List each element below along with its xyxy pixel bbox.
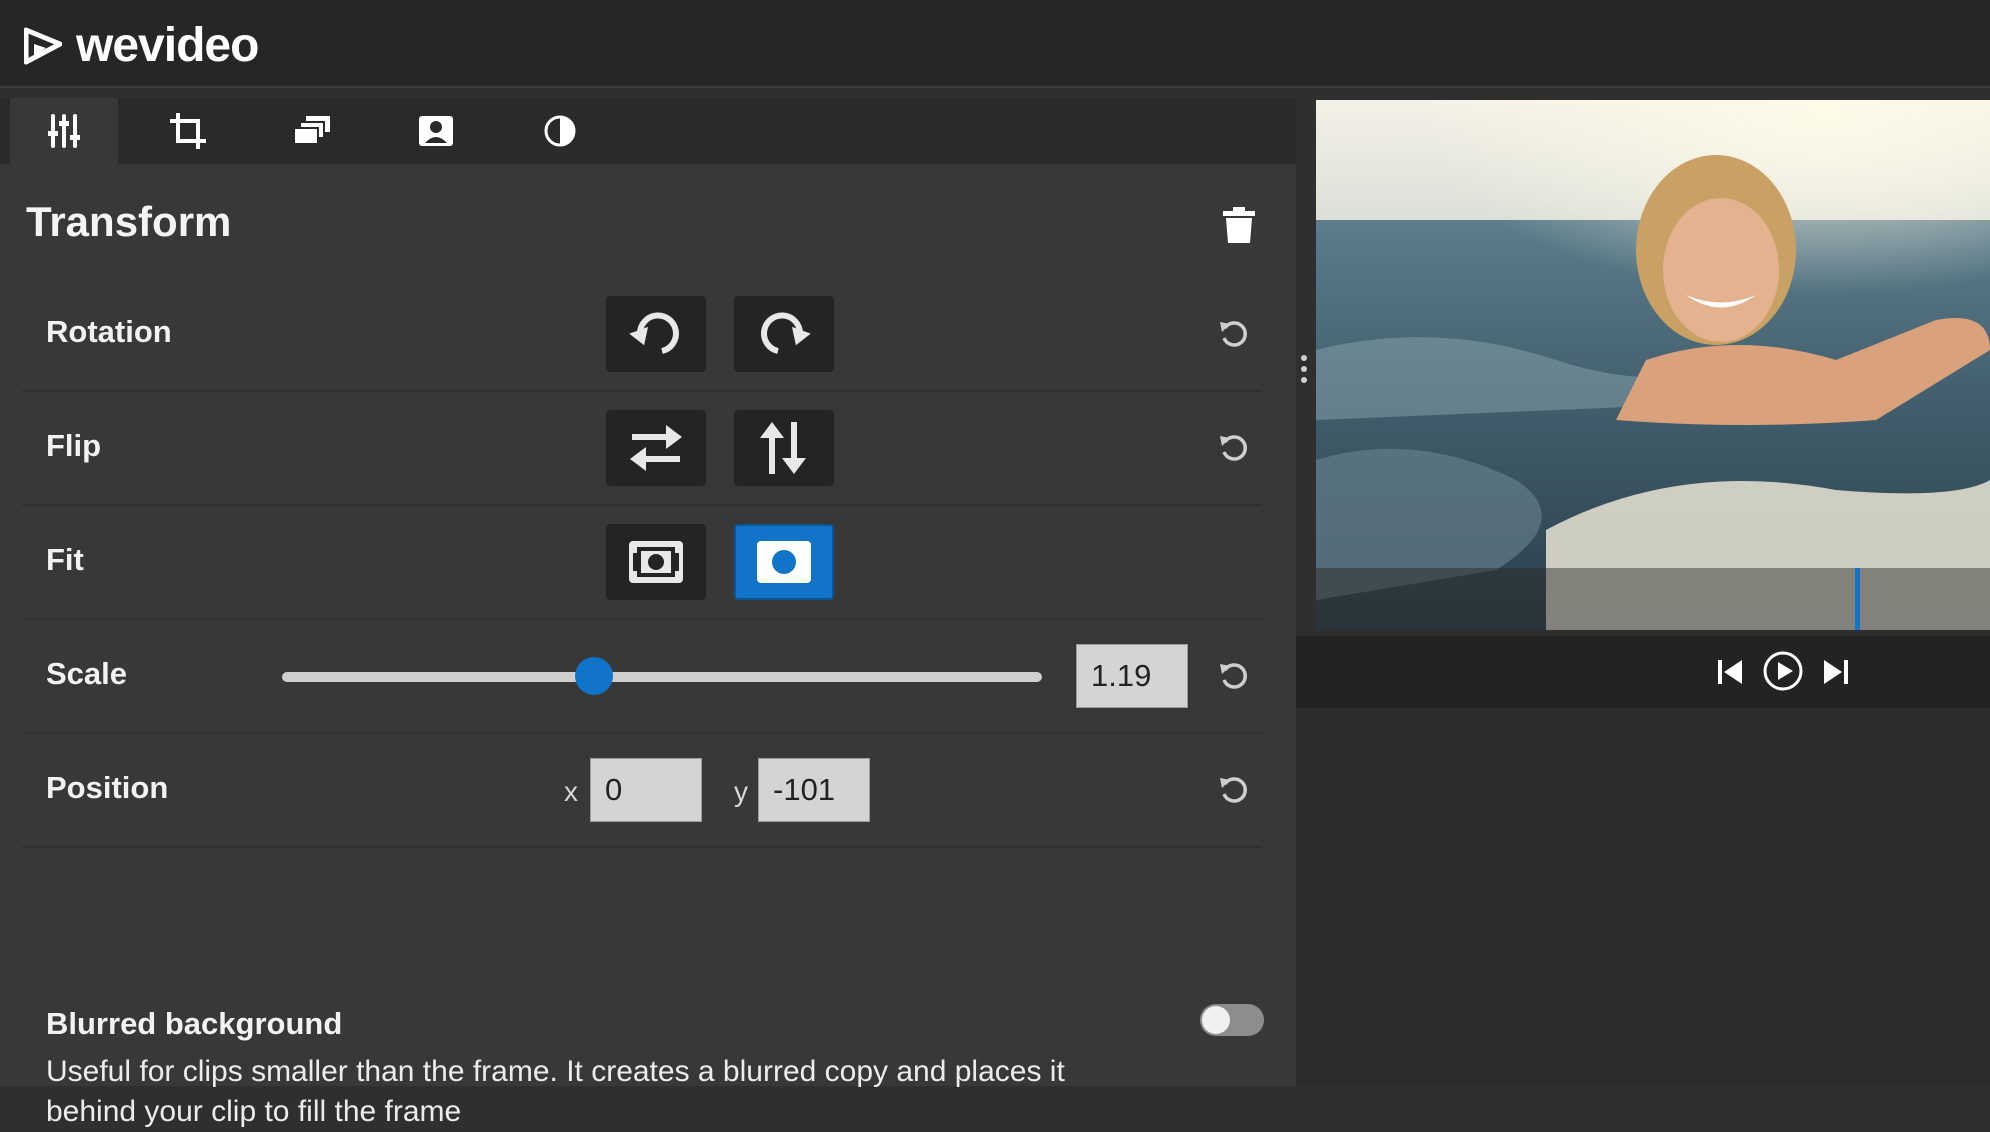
contrast-icon bbox=[544, 115, 576, 147]
position-x-label: x bbox=[564, 776, 578, 807]
position-reset-button[interactable] bbox=[1218, 774, 1250, 811]
rotate-right-button[interactable] bbox=[734, 296, 834, 372]
tab-adjust[interactable] bbox=[10, 98, 118, 164]
fit-row: Fit bbox=[22, 506, 1262, 620]
reset-icon bbox=[1220, 663, 1247, 689]
flip-horizontal-icon bbox=[630, 425, 682, 471]
toggle-knob bbox=[1202, 1006, 1230, 1034]
logo-text: wevideo bbox=[76, 19, 259, 72]
tab-portrait[interactable] bbox=[382, 98, 490, 164]
rotation-label: Rotation bbox=[46, 314, 172, 349]
skip-previous-icon bbox=[1718, 660, 1742, 684]
flip-reset-button[interactable] bbox=[1218, 432, 1250, 469]
trash-icon bbox=[1223, 207, 1255, 243]
reset-icon bbox=[1220, 777, 1247, 803]
position-y-input[interactable] bbox=[758, 758, 870, 822]
play-icon bbox=[1763, 651, 1803, 691]
reset-icon bbox=[1220, 435, 1247, 461]
position-y-label: y bbox=[734, 776, 748, 807]
video-frame-image bbox=[1316, 100, 1990, 630]
fit-contain-icon bbox=[629, 541, 683, 583]
tab-contrast[interactable] bbox=[506, 98, 614, 164]
scale-input[interactable] bbox=[1076, 644, 1188, 708]
portrait-icon bbox=[419, 116, 453, 146]
timeline-area bbox=[1296, 708, 1990, 1086]
position-row: Position x y bbox=[22, 734, 1262, 848]
logo[interactable]: wevideo bbox=[24, 18, 259, 73]
blurred-background-toggle[interactable] bbox=[1200, 1004, 1264, 1036]
rotate-left-icon bbox=[629, 312, 679, 354]
fit-label: Fit bbox=[46, 542, 84, 577]
flip-horizontal-button[interactable] bbox=[606, 410, 706, 486]
rotate-left-button[interactable] bbox=[606, 296, 706, 372]
reset-icon bbox=[1220, 321, 1247, 347]
next-button[interactable] bbox=[1822, 658, 1850, 691]
position-label: Position bbox=[46, 770, 169, 805]
position-x-input[interactable] bbox=[590, 758, 702, 822]
tab-layers[interactable] bbox=[258, 98, 366, 164]
fit-fill-button[interactable] bbox=[734, 524, 834, 600]
panel-resize-handle[interactable] bbox=[1300, 354, 1308, 389]
fit-fill-icon bbox=[757, 541, 811, 583]
properties-panel: Transform Rotation Flip Fit Scale 1.19 P… bbox=[0, 98, 1296, 1128]
tab-bar bbox=[0, 98, 1296, 164]
skip-next-icon bbox=[1824, 660, 1848, 684]
video-preview[interactable] bbox=[1316, 100, 1990, 630]
vertical-dots-icon bbox=[1301, 355, 1307, 383]
scale-slider-handle[interactable] bbox=[574, 657, 613, 695]
sliders-icon bbox=[48, 114, 80, 148]
layers-icon bbox=[293, 116, 330, 145]
delete-button[interactable] bbox=[1222, 206, 1256, 249]
scale-row: Scale bbox=[22, 620, 1262, 734]
tab-crop[interactable] bbox=[134, 98, 242, 164]
crop-icon bbox=[170, 113, 206, 149]
scale-reset-button[interactable] bbox=[1218, 660, 1250, 697]
wevideo-logo-icon bbox=[24, 27, 62, 64]
blurred-background-description: Useful for clips smaller than the frame.… bbox=[46, 1055, 1065, 1128]
previous-button[interactable] bbox=[1716, 658, 1744, 691]
playhead[interactable] bbox=[1855, 568, 1860, 630]
flip-vertical-button[interactable] bbox=[734, 410, 834, 486]
preview-timeline[interactable] bbox=[1316, 568, 1990, 630]
scale-slider-track[interactable] bbox=[282, 672, 1042, 682]
play-button[interactable] bbox=[1762, 650, 1804, 697]
rotation-reset-button[interactable] bbox=[1218, 318, 1250, 355]
flip-vertical-icon bbox=[760, 422, 806, 474]
rotation-row: Rotation bbox=[22, 278, 1262, 392]
fit-contain-button[interactable] bbox=[606, 524, 706, 600]
panel-title: Transform bbox=[26, 198, 232, 245]
rotate-right-icon bbox=[761, 312, 811, 354]
scale-label: Scale bbox=[46, 656, 128, 691]
flip-row: Flip bbox=[22, 392, 1262, 506]
blurred-background-title: Blurred background bbox=[46, 1006, 343, 1041]
player-controls bbox=[1296, 636, 1990, 708]
top-bar: wevideo bbox=[0, 0, 1990, 88]
flip-label: Flip bbox=[46, 428, 102, 463]
